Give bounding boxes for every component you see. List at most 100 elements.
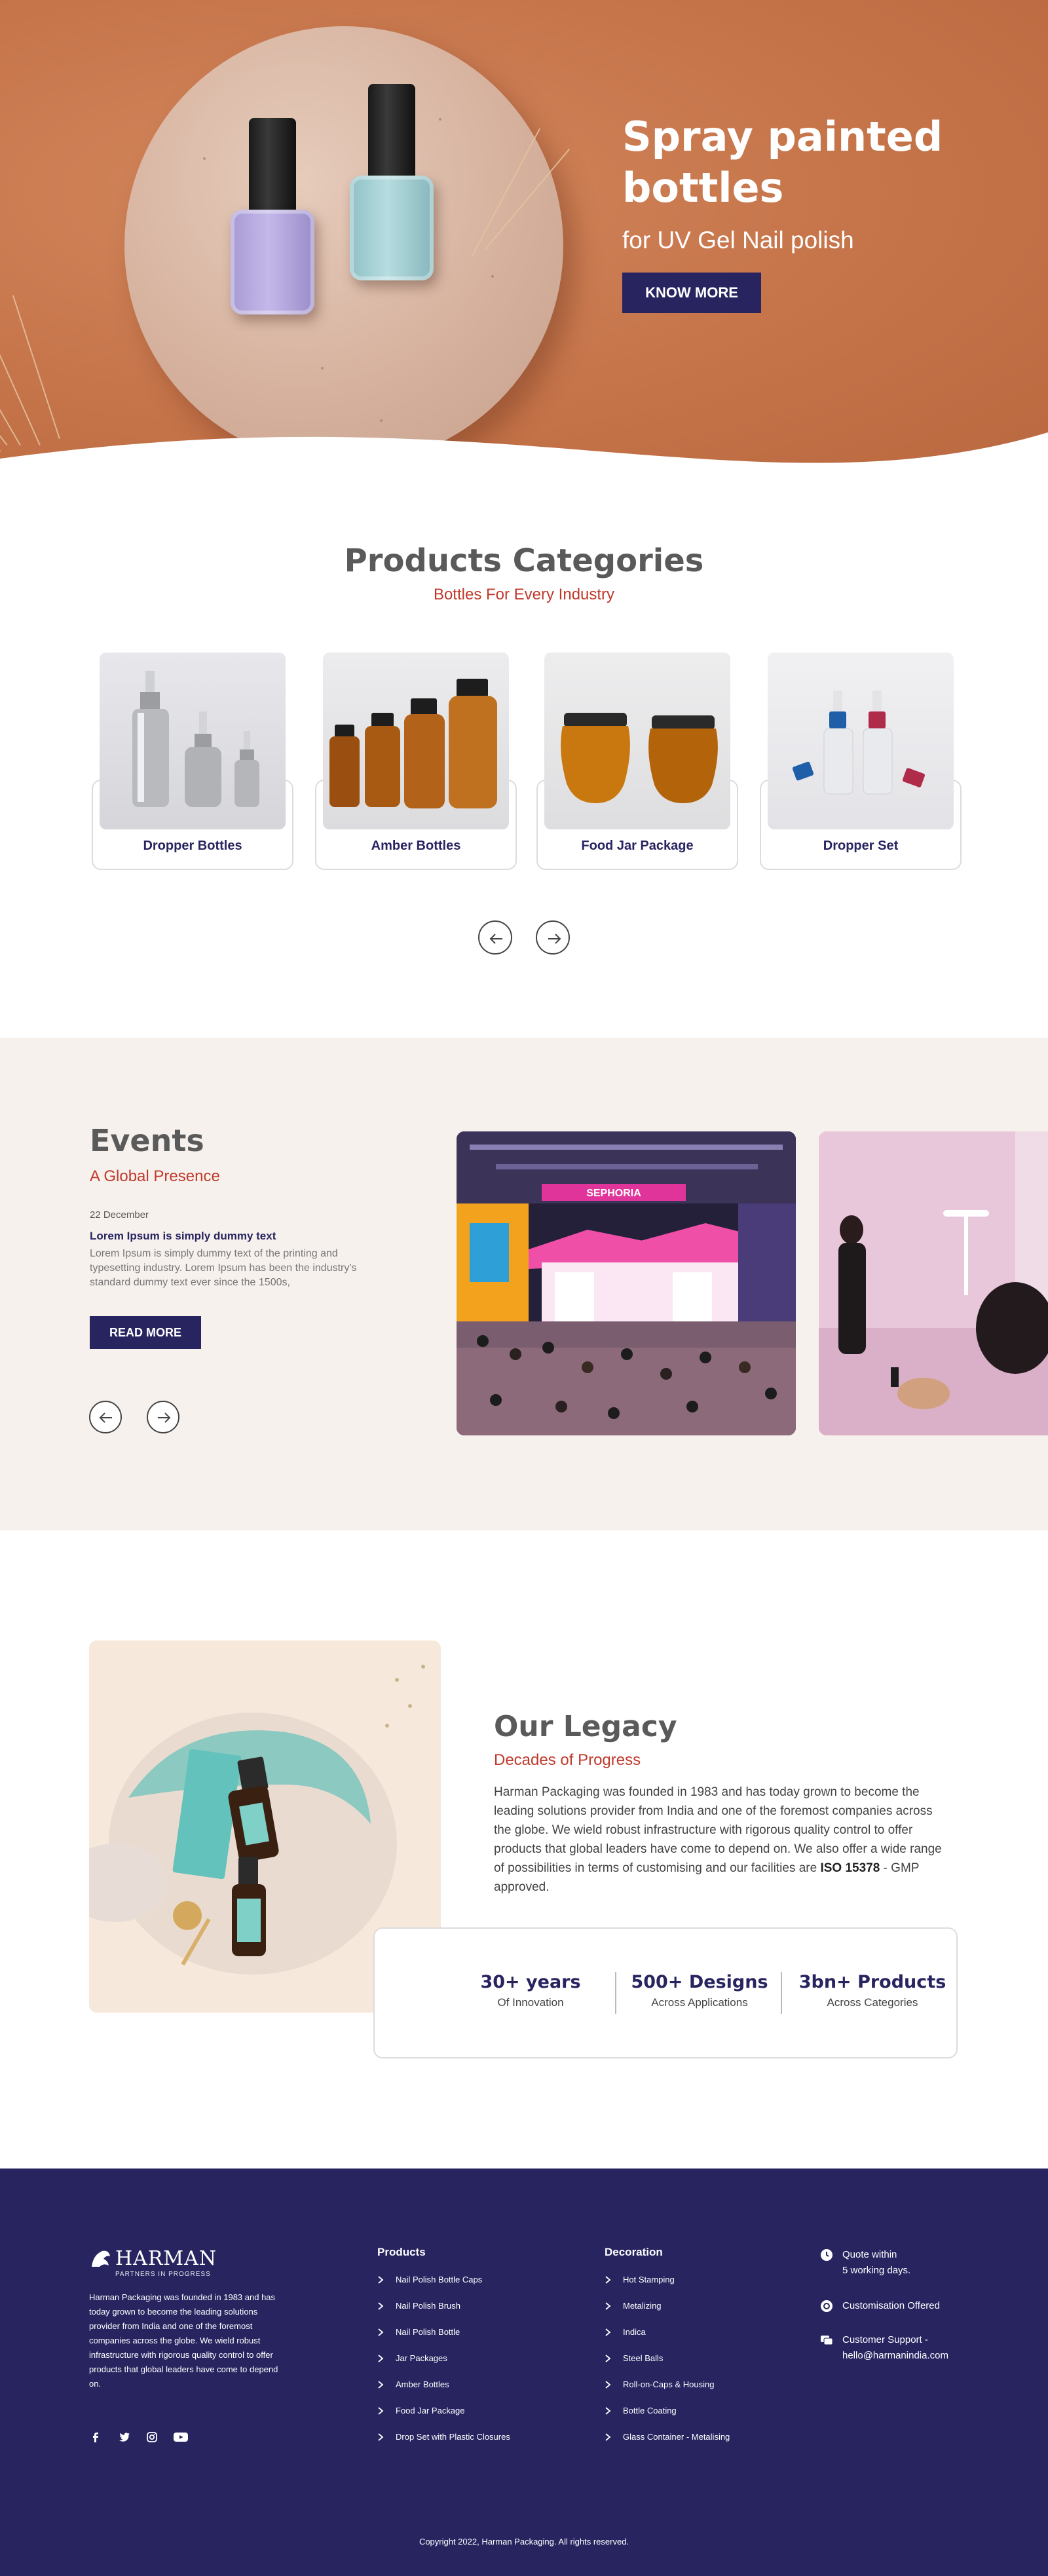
categories-prev-button[interactable]	[478, 920, 512, 955]
footer-link-metalizing[interactable]: Metalizing	[605, 2300, 730, 2326]
hero-text-block: Spray painted bottles for UV Gel Nail po…	[622, 111, 963, 313]
category-label: Dropper Bottles	[143, 839, 242, 853]
legacy-text-block: Our Legacy Decades of Progress Harman Pa…	[494, 1710, 946, 1897]
hero-banner: Spray painted bottles for UV Gel Nail po…	[0, 0, 1048, 482]
category-label: Dropper Set	[823, 839, 899, 853]
arrow-left-icon	[99, 1412, 112, 1423]
events-subtitle: A Global Presence	[90, 1167, 220, 1185]
arrow-left-icon	[489, 934, 502, 944]
events-text-block: Events A Global Presence 22 December Lor…	[90, 1123, 398, 1349]
footer-link-glass-container-metalising[interactable]: Glass Container - Metalising	[605, 2431, 730, 2457]
category-card-dropper-bottles[interactable]: Dropper Bottles	[92, 649, 293, 870]
footer-link-food-jar-package[interactable]: Food Jar Package	[377, 2404, 510, 2431]
arrow-right-icon	[158, 1412, 171, 1423]
legacy-description: Harman Packaging was founded in 1983 and…	[494, 1785, 942, 1894]
chat-icon	[821, 2336, 833, 2345]
footer-products-column: Products Nail Polish Bottle Caps Nail Po…	[377, 2246, 510, 2457]
stat-years: 30+ years Of Innovation	[480, 1972, 581, 2009]
footer-link-nail-polish-bottle-caps[interactable]: Nail Polish Bottle Caps	[377, 2273, 510, 2300]
footer-about-text: Harman Packaging was founded in 1983 and…	[89, 2292, 278, 2389]
arrow-right-icon	[548, 934, 561, 944]
chevron-right-icon	[605, 2407, 611, 2415]
contact-quote: Quote within 5 working days.	[820, 2247, 910, 2279]
stats-panel: 30+ years Of Innovation 500+ Designs Acr…	[373, 1927, 958, 2058]
chevron-right-icon	[378, 2355, 384, 2362]
categories-header: Products Categories Bottles For Every In…	[0, 542, 1048, 604]
event-date: 22 December	[90, 1209, 149, 1221]
hero-wave-divider	[0, 432, 1048, 482]
events-prev-button[interactable]	[89, 1401, 122, 1433]
footer-decoration-title: Decoration	[605, 2246, 663, 2258]
chevron-right-icon	[378, 2276, 384, 2284]
event-photo-beauty-booth[interactable]	[819, 1131, 1048, 1435]
category-card-dropper-set[interactable]: Dropper Set	[760, 649, 962, 870]
chevron-right-icon	[605, 2355, 611, 2362]
footer-link-jar-packages[interactable]: Jar Packages	[377, 2352, 510, 2378]
chevron-right-icon	[605, 2276, 611, 2284]
legacy-subtitle: Decades of Progress	[494, 1751, 641, 1769]
category-label: Amber Bottles	[371, 839, 461, 853]
event-photo-expo-hall[interactable]: SEPHORIA	[457, 1131, 796, 1435]
footer-link-nail-polish-bottle[interactable]: Nail Polish Bottle	[377, 2326, 510, 2352]
category-label: Food Jar Package	[581, 839, 694, 853]
footer-link-roll-on-caps[interactable]: Roll-on-Caps & Housing	[605, 2378, 730, 2404]
facebook-icon[interactable]	[89, 2431, 102, 2444]
footer-link-bottle-coating[interactable]: Bottle Coating	[605, 2404, 730, 2431]
footer-link-drop-set[interactable]: Drop Set with Plastic Closures	[377, 2431, 510, 2457]
chevron-right-icon	[378, 2433, 384, 2441]
food-jar-image	[544, 653, 730, 829]
chevron-right-icon	[378, 2381, 384, 2389]
chevron-right-icon	[605, 2328, 611, 2336]
chevron-right-icon	[378, 2407, 384, 2415]
footer-link-steel-balls[interactable]: Steel Balls	[605, 2352, 730, 2378]
footer-link-nail-polish-brush[interactable]: Nail Polish Brush	[377, 2300, 510, 2326]
footer-link-hot-stamping[interactable]: Hot Stamping	[605, 2273, 730, 2300]
chevron-right-icon	[378, 2328, 384, 2336]
logo-tagline: PARTNERS IN PROGRESS	[115, 2271, 211, 2278]
contact-customisation: Customisation Offered	[820, 2298, 940, 2314]
footer-link-indica[interactable]: Indica	[605, 2326, 730, 2352]
stat-products: 3bn+ Products Across Categories	[798, 1972, 946, 2009]
amber-bottles-image	[323, 653, 509, 829]
logo-wordmark: HARMAN	[115, 2247, 217, 2270]
category-card-food-jar-package[interactable]: Food Jar Package	[536, 649, 738, 870]
site-footer: HARMAN PARTNERS IN PROGRESS Harman Packa…	[0, 2169, 1048, 2576]
chevron-right-icon	[605, 2433, 611, 2441]
event-photo-sign: SEPHORIA	[586, 1188, 641, 1199]
event-description: Lorem Ipsum is simply dummy text of the …	[90, 1248, 357, 1288]
footer-link-amber-bottles[interactable]: Amber Bottles	[377, 2378, 510, 2404]
settings-icon	[821, 2300, 833, 2312]
copyright-text: Copyright 2022, Harman Packaging. All ri…	[419, 2537, 629, 2547]
read-more-button[interactable]: READ MORE	[90, 1316, 201, 1349]
chevron-right-icon	[605, 2302, 611, 2310]
youtube-icon[interactable]	[173, 2431, 189, 2444]
events-next-button[interactable]	[147, 1401, 179, 1433]
dropper-bottles-image	[100, 653, 286, 829]
instagram-icon[interactable]	[145, 2431, 159, 2444]
legacy-title: Our Legacy	[494, 1710, 677, 1743]
stone-plate-image	[124, 26, 563, 465]
lion-logo-icon	[92, 2250, 110, 2267]
stat-divider	[781, 1972, 782, 2014]
hero-title: Spray painted bottles	[622, 113, 943, 212]
categories-title: Products Categories	[344, 542, 704, 579]
chevron-right-icon	[378, 2302, 384, 2310]
contact-support[interactable]: Customer Support - hello@harmanindia.com	[820, 2332, 948, 2364]
hero-subtitle: for UV Gel Nail polish	[622, 227, 854, 254]
category-card-amber-bottles[interactable]: Amber Bottles	[315, 649, 517, 870]
events-title: Events	[90, 1123, 204, 1158]
categories-next-button[interactable]	[536, 920, 570, 955]
chevron-right-icon	[605, 2381, 611, 2389]
clock-icon	[821, 2249, 833, 2261]
iso-certification: ISO 15378	[820, 1861, 880, 1875]
twitter-icon[interactable]	[118, 2431, 131, 2444]
dropper-set-image	[768, 653, 954, 829]
stat-divider	[615, 1972, 616, 2014]
categories-subtitle: Bottles For Every Industry	[433, 586, 615, 603]
footer-products-title: Products	[377, 2246, 426, 2258]
blue-nail-polish-bottle	[350, 84, 434, 280]
know-more-button[interactable]: KNOW MORE	[622, 273, 761, 313]
event-headline: Lorem Ipsum is simply dummy text	[90, 1230, 276, 1242]
footer-decoration-column: Decoration Hot Stamping Metalizing Indic…	[605, 2246, 730, 2457]
events-section: Events A Global Presence 22 December Lor…	[0, 1038, 1048, 1530]
